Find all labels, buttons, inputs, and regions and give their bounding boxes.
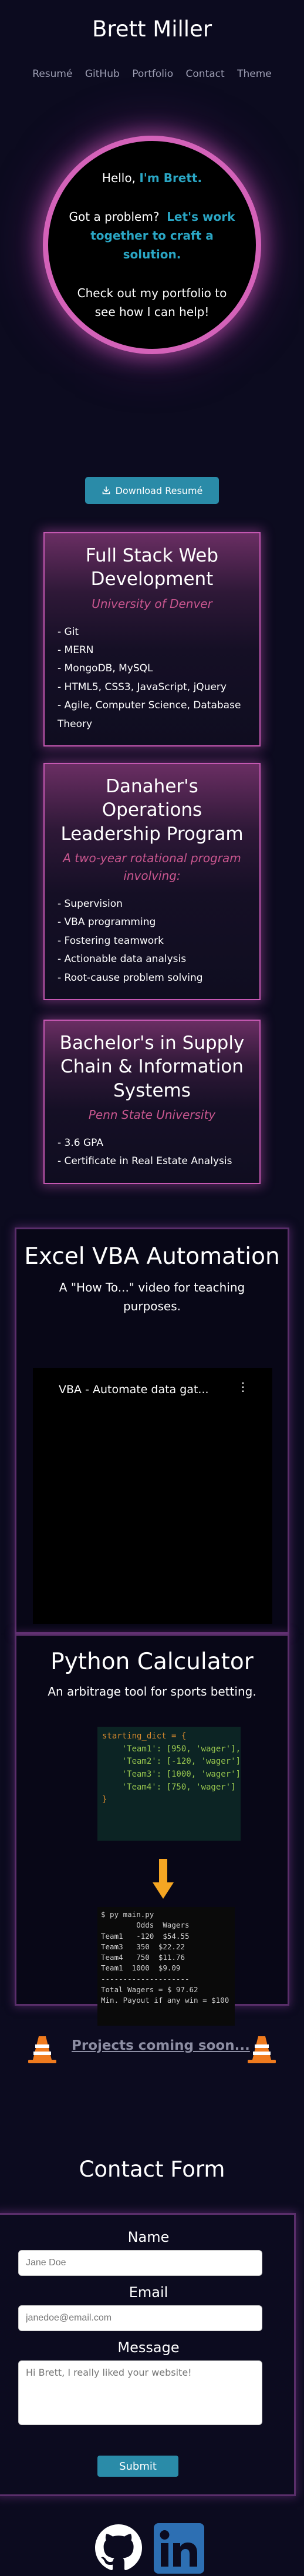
card-list: - Supervision - VBA programming - Foster… — [58, 895, 246, 987]
name-input[interactable] — [18, 2250, 262, 2276]
card-list-item: - Supervision — [58, 897, 123, 910]
contact-title: Contact Form — [79, 2157, 225, 2182]
github-icon[interactable] — [95, 2524, 142, 2571]
portfolio-page: Brett Miller Resumé GitHub Portfolio Con… — [0, 0, 304, 2576]
coming-soon-banner: Projects coming soon... — [0, 2030, 304, 2066]
card-list: - 3.6 GPA - Certificate in Real Estate A… — [58, 1134, 246, 1171]
card-list-item: - Agile, Computer Science, Database Theo… — [58, 700, 241, 730]
email-input[interactable] — [18, 2305, 262, 2331]
card-list-item: - Certificate in Real Estate Analysis — [58, 1155, 232, 1168]
education-card-danaher: Danaher's Operations Leadership Program … — [43, 763, 261, 1001]
download-resume-button[interactable]: Download Resumé — [85, 477, 219, 504]
site-brand[interactable]: Brett Miller — [0, 16, 304, 42]
code-line: Team1 1000 $9.09 — [101, 1963, 181, 1973]
hero-problem-prefix: Got a problem? — [69, 210, 160, 224]
email-label: Email — [129, 2284, 168, 2301]
code-output-image: $ py main.py Odds Wagers Team1 -120 $54.… — [97, 1907, 235, 2026]
card-list: - Git - MERN - MongoDB, MySQL - HTML5, C… — [58, 623, 246, 734]
hero-greeting: Hello, I'm Brett. — [102, 169, 202, 187]
traffic-cone-icon — [248, 2036, 276, 2063]
card-list-item: - MERN — [58, 644, 94, 657]
nav-link-github[interactable]: GitHub — [85, 68, 120, 80]
nav-link-resume[interactable]: Resumé — [32, 68, 72, 80]
code-line: } — [102, 1795, 107, 1805]
hero-problem: Got a problem? Let's work together to cr… — [64, 207, 240, 264]
card-title: Full Stack Web Development — [85, 545, 219, 590]
nav-link-contact[interactable]: Contact — [186, 68, 225, 80]
code-input-image: starting_dict = { 'Team1': [950, 'wager'… — [97, 1727, 241, 1841]
code-line: 'Team2': [-120, 'wager'], — [102, 1757, 241, 1767]
code-line: 'Team1': [950, 'wager'], — [102, 1744, 241, 1754]
card-list-item: - Actionable data analysis — [58, 953, 187, 966]
more-options-icon[interactable]: ⋮ — [237, 1381, 249, 1393]
card-list-item: - MongoDB, MySQL — [58, 663, 153, 675]
code-line: starting_dict = { — [102, 1731, 187, 1741]
hero-call-to-action: Check out my portfolio to see how I can … — [77, 286, 227, 319]
project-description: An arbitrage tool for sports betting. — [48, 1684, 256, 1699]
message-textarea[interactable] — [18, 2360, 262, 2425]
code-line: Min. Payout if any win = $100 — [101, 1996, 229, 2005]
download-resume-label: Download Resumé — [115, 485, 203, 496]
card-title: Bachelor's in Supply Chain & Information… — [59, 1033, 245, 1101]
code-line: Total Wagers = $ 97.62 — [101, 1985, 198, 1994]
project-python: Python Calculator An arbitrage tool for … — [15, 1634, 289, 2026]
code-line: 'Team3': [1000, 'wager'], — [102, 1770, 241, 1780]
card-subtitle: Penn State University — [88, 1107, 216, 1122]
linkedin-icon[interactable] — [154, 2523, 204, 2574]
card-list-item: - VBA programming — [58, 916, 156, 929]
card-list-item: - Fostering teamwork — [58, 934, 164, 947]
code-line: $ py main.py — [101, 1910, 154, 1919]
hero-circle: Hello, I'm Brett. Got a problem? Let's w… — [48, 141, 256, 349]
code-line: Team4 750 $11.76 — [101, 1953, 185, 1962]
traffic-cone-icon — [28, 2036, 56, 2063]
code-line: Odds Wagers — [101, 1921, 190, 1930]
video-player[interactable]: VBA - Automate data gat... ⋮ — [33, 1368, 272, 1624]
card-subtitle: University of Denver — [92, 596, 212, 611]
project-vba: Excel VBA Automation A "How To..." video… — [15, 1228, 289, 1634]
project-title: Excel VBA Automation — [24, 1243, 280, 1270]
card-list-item: - Root-cause problem solving — [58, 971, 203, 984]
arrow-down-icon — [153, 1859, 174, 1899]
card-list-item: - 3.6 GPA — [58, 1136, 103, 1149]
card-subtitle: A two-year rotational program involving: — [63, 850, 241, 883]
download-icon — [102, 486, 110, 495]
message-label: Message — [117, 2339, 180, 2356]
coming-soon-link[interactable]: Projects coming soon... — [72, 2038, 250, 2053]
main-nav: Resumé GitHub Portfolio Contact Theme — [0, 68, 304, 80]
card-list-item: - Git — [58, 625, 79, 638]
card-list-item: - HTML5, CSS3, JavaScript, jQuery — [58, 681, 227, 693]
code-line: Team1 -120 $54.55 — [101, 1931, 190, 1941]
project-description: A "How To..." video for teaching purpose… — [59, 1280, 245, 1313]
nav-link-portfolio[interactable]: Portfolio — [132, 68, 173, 80]
hero-greeting-prefix: Hello, — [102, 171, 140, 185]
code-line: -------------------- — [101, 1974, 190, 1983]
education-card-penn-state: Bachelor's in Supply Chain & Information… — [43, 1020, 261, 1184]
hero-greeting-name: I'm Brett. — [139, 171, 202, 185]
project-title: Python Calculator — [50, 1649, 254, 1675]
code-line: Team3 350 $22.22 — [101, 1942, 185, 1951]
video-title[interactable]: VBA - Automate data gat... — [59, 1383, 235, 1396]
submit-button[interactable]: Submit — [97, 2456, 178, 2477]
education-card-web-dev: Full Stack Web Development University of… — [43, 532, 261, 747]
code-line: 'Team4': [750, 'wager'] — [102, 1782, 236, 1792]
contact-form: Name Email Message Submit — [0, 2213, 296, 2496]
nav-link-theme[interactable]: Theme — [237, 68, 272, 80]
name-label: Name — [127, 2229, 170, 2245]
card-title: Danaher's Operations Leadership Program — [60, 776, 244, 845]
